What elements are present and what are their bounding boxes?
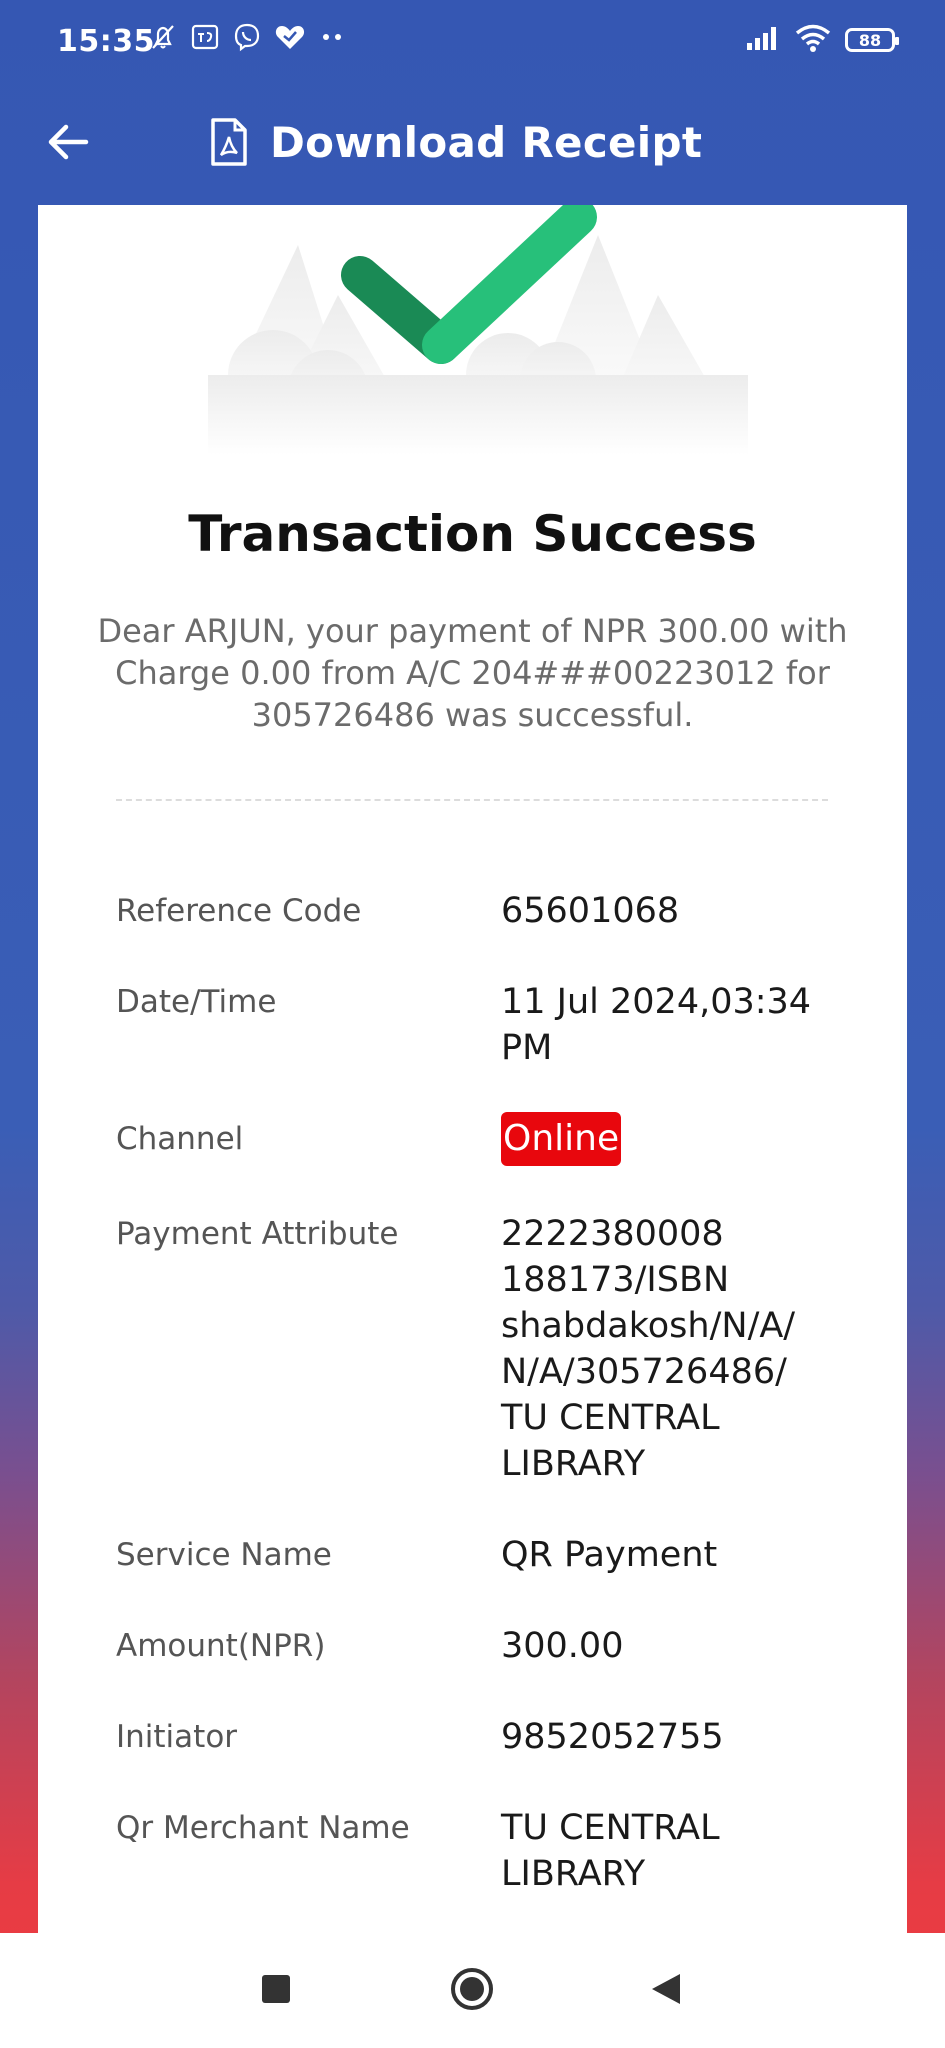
page-title: Download Receipt	[270, 117, 703, 167]
detail-row-date-time: Date/Time 11 Jul 2024,03:34 PM	[116, 979, 876, 1071]
battery-level: 88	[858, 30, 882, 50]
battery-icon: 88	[845, 28, 899, 52]
home-circle-icon	[451, 1968, 493, 2010]
receipt-card: Transaction Success Dear ARJUN, your pay…	[38, 205, 907, 1933]
download-receipt-button[interactable]: Download Receipt	[210, 110, 702, 174]
checkmark-icon	[341, 205, 597, 364]
detail-row-channel: Channel Online	[116, 1112, 876, 1166]
viber-icon	[232, 22, 262, 56]
home-button[interactable]	[440, 1957, 504, 2021]
transaction-message: Dear ARJUN, your payment of NPR 300.00 w…	[97, 612, 848, 734]
detail-label: Payment Attribute	[116, 1216, 399, 1252]
transaction-status-title: Transaction Success	[188, 505, 757, 563]
detail-label: Channel	[116, 1121, 244, 1157]
status-bar: 15:35 88	[0, 0, 945, 88]
status-time: 15:35	[57, 24, 155, 59]
detail-label: Amount(NPR)	[116, 1628, 326, 1664]
sim-icon	[190, 22, 220, 56]
detail-row-initiator: Initiator 9852052755	[116, 1714, 876, 1760]
detail-value: 9852052755	[501, 1717, 724, 1757]
system-nav-bar	[0, 1933, 945, 2048]
back-triangle-icon	[652, 1974, 680, 2004]
detail-value: TU CENTRAL LIBRARY	[501, 1808, 720, 1894]
status-system-icons: 88	[745, 24, 899, 56]
more-dots-icon	[318, 22, 346, 56]
detail-row-reference-code: Reference Code 65601068	[116, 888, 876, 934]
detail-value-wrap: Online	[501, 1112, 841, 1166]
detail-value: QR Payment	[501, 1535, 718, 1575]
heart-icon	[274, 22, 306, 56]
detail-label: Reference Code	[116, 893, 362, 929]
recents-button[interactable]	[244, 1957, 308, 2021]
detail-label: Initiator	[116, 1719, 238, 1755]
success-illustration	[208, 205, 748, 455]
detail-row-amount: Amount(NPR) 300.00	[116, 1623, 876, 1669]
dashed-divider	[116, 799, 828, 801]
detail-label: Date/Time	[116, 984, 277, 1020]
detail-label: Service Name	[116, 1537, 332, 1573]
detail-value: 300.00	[501, 1626, 624, 1666]
back-button[interactable]	[36, 110, 100, 174]
detail-row-qr-merchant-name: Qr Merchant Name TU CENTRAL LIBRARY	[116, 1805, 876, 1897]
mountains-background	[208, 235, 748, 455]
channel-badge: Online	[501, 1112, 622, 1166]
detail-row-payment-attribute: Payment Attribute 2222380008 188173/ISBN…	[116, 1211, 876, 1487]
detail-row-service-name: Service Name QR Payment	[116, 1532, 876, 1578]
receipt-details: Reference Code 65601068 Date/Time 11 Jul…	[116, 888, 876, 1933]
status-notification-icons	[148, 22, 346, 56]
back-nav-button[interactable]	[634, 1957, 698, 2021]
pdf-file-icon	[211, 118, 247, 166]
detail-value: 65601068	[501, 891, 680, 931]
bell-off-icon	[148, 22, 178, 56]
detail-value: 11 Jul 2024,03:34 PM	[501, 982, 812, 1068]
app-bar: Download Receipt	[0, 88, 945, 198]
recents-square-icon	[262, 1975, 290, 2003]
back-arrow-icon	[48, 124, 89, 160]
signal-icon	[745, 25, 781, 55]
detail-label: Qr Merchant Name	[116, 1810, 410, 1846]
detail-value: 2222380008 188173/ISBN shabdakosh/N/A/ N…	[501, 1214, 796, 1484]
wifi-icon	[795, 24, 831, 56]
